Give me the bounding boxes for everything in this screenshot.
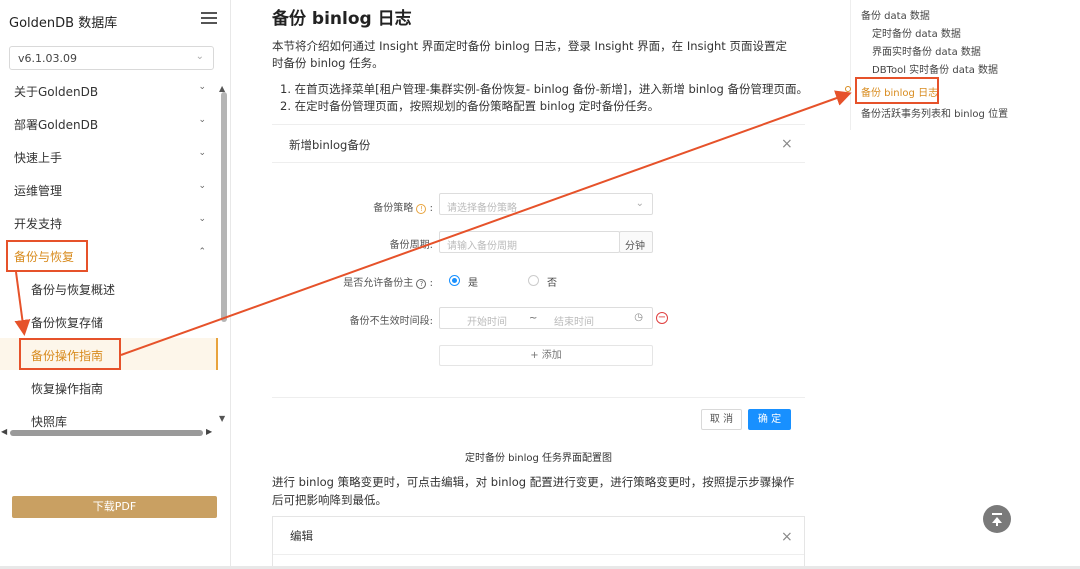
download-pdf-button[interactable]: 下载PDF: [12, 496, 217, 518]
sidebar: GoldenDB 数据库 v6.1.03.09 ⌄ 关于GoldenDB ⌄ 部…: [0, 0, 231, 569]
chevron-down-icon: ⌄: [198, 82, 206, 92]
sidebar-item-quickstart[interactable]: 快速上手 ⌄: [0, 140, 218, 172]
toc-item[interactable]: 备份活跃事务列表和 binlog 位置: [861, 105, 1008, 120]
chevron-down-icon: ⌄: [198, 181, 206, 191]
sidebar-item-label: 运维管理: [14, 184, 63, 198]
steps-list: 1. 在首页选择菜单[租户管理-集群实例-备份恢复- binlog 备份-新增]…: [280, 81, 808, 115]
version-value: v6.1.03.09: [18, 52, 77, 65]
toc-item[interactable]: 界面实时备份 data 数据: [872, 43, 981, 58]
add-time-range-button[interactable]: + 添加: [439, 345, 653, 366]
table-of-contents: 备份 data 数据 定时备份 data 数据 界面实时备份 data 数据 D…: [845, 0, 1080, 130]
step-item: 2. 在定时备份管理页面，按照规划的备份策略配置 binlog 定时备份任务。: [280, 99, 660, 113]
strategy-label: 备份策略 ! :: [373, 203, 433, 214]
sidebar-item-backup-guide[interactable]: 备份操作指南: [0, 338, 218, 370]
radio-yes[interactable]: [449, 275, 460, 286]
toc-item[interactable]: DBTool 实时备份 data 数据: [872, 61, 998, 76]
close-icon[interactable]: ×: [781, 529, 793, 545]
version-select[interactable]: v6.1.03.09 ⌄: [9, 46, 214, 70]
divider: [273, 554, 804, 555]
sidebar-vertical-scrollbar[interactable]: ▲ ▼: [219, 84, 229, 430]
chevron-down-icon: ⌄: [635, 198, 644, 209]
sidebar-item-snapshot[interactable]: 快照库: [0, 404, 218, 430]
intro-paragraph: 本节将介绍如何通过 Insight 界面定时备份 binlog 日志，登录 In…: [272, 39, 787, 70]
sidebar-item-label: 备份与恢复概述: [31, 283, 116, 297]
scrollbar-thumb[interactable]: [221, 92, 227, 322]
close-icon[interactable]: ×: [781, 136, 793, 152]
sidebar-item-label: 备份恢复存储: [31, 316, 104, 330]
info-icon: !: [416, 204, 427, 214]
step-item: 1. 在首页选择菜单[租户管理-集群实例-备份恢复- binlog 备份-新增]…: [280, 82, 808, 96]
radio-no-label: 否: [547, 278, 557, 289]
end-time-placeholder: 结束时间: [554, 317, 594, 328]
strategy-placeholder: 请选择备份策略: [447, 203, 517, 214]
sidebar-nav: 关于GoldenDB ⌄ 部署GoldenDB ⌄ 快速上手 ⌄ 运维管理 ⌄ …: [0, 74, 218, 430]
confirm-button[interactable]: 确 定: [748, 409, 791, 430]
toc-marker-icon: [845, 86, 851, 92]
sidebar-item-label: 关于GoldenDB: [14, 85, 99, 99]
clock-icon: ◷: [634, 312, 643, 323]
figure-caption: 定时备份 binlog 任务界面配置图: [464, 453, 613, 464]
range-separator: ~: [529, 313, 538, 324]
strategy-select[interactable]: 请选择备份策略 ⌄: [439, 193, 653, 215]
docs-page: GoldenDB 数据库 v6.1.03.09 ⌄ 关于GoldenDB ⌄ 部…: [0, 0, 1080, 569]
sidebar-title: GoldenDB 数据库: [9, 16, 118, 31]
sidebar-item-ops[interactable]: 运维管理 ⌄: [0, 173, 218, 205]
allow-master-label: 是否允许备份主 ? :: [343, 278, 433, 289]
page-title: 备份 binlog 日志: [272, 9, 412, 29]
new-binlog-backup-dialog: 新增binlog备份 × 备份策略 ! : 请选择备份策略 ⌄ 备份周期: 请输…: [272, 124, 805, 440]
sidebar-item-label: 部署GoldenDB: [14, 118, 99, 132]
sidebar-item-label: 快速上手: [14, 151, 63, 165]
scrollbar-thumb[interactable]: [10, 430, 203, 436]
sidebar-item-deploy[interactable]: 部署GoldenDB ⌄: [0, 107, 218, 139]
period-unit: 分钟: [619, 231, 653, 253]
sidebar-item-label: 恢复操作指南: [31, 382, 104, 396]
back-to-top-icon[interactable]: [983, 505, 1011, 533]
chevron-up-icon: ⌃: [198, 247, 206, 257]
scroll-down-arrow-icon[interactable]: ▼: [219, 414, 225, 423]
sidebar-item-backup-restore[interactable]: 备份与恢复 ⌃: [0, 239, 218, 271]
sidebar-item-backup-storage[interactable]: 备份恢复存储: [0, 305, 218, 337]
time-range-picker[interactable]: 开始时间 ~ 结束时间 ◷: [439, 307, 653, 329]
chevron-down-icon: ⌄: [198, 214, 206, 224]
toc-item[interactable]: 备份 data 数据: [861, 7, 930, 22]
chevron-down-icon: ⌄: [198, 148, 206, 158]
sidebar-item-label: 备份操作指南: [31, 349, 104, 363]
chevron-down-icon: ⌄: [195, 51, 204, 62]
period-label: 备份周期:: [389, 240, 433, 251]
sidebar-item-label: 开发支持: [14, 217, 63, 231]
sidebar-item-label: 备份与恢复: [14, 250, 75, 264]
divider: [272, 397, 805, 398]
chevron-down-icon: ⌄: [198, 115, 206, 125]
sidebar-item-restore-guide[interactable]: 恢复操作指南: [0, 371, 218, 403]
sidebar-header: GoldenDB 数据库: [0, 0, 231, 40]
radio-yes-label: 是: [468, 278, 478, 289]
sidebar-horizontal-scrollbar[interactable]: ◀ ▶: [0, 427, 215, 438]
toc-item[interactable]: 定时备份 data 数据: [872, 25, 961, 40]
sidebar-item-dev[interactable]: 开发支持 ⌄: [0, 206, 218, 238]
no-effect-period-label: 备份不生效时间段:: [349, 316, 433, 327]
question-icon: ?: [416, 279, 427, 289]
sidebar-item-backup-overview[interactable]: 备份与恢复概述: [0, 272, 218, 304]
sidebar-item-about[interactable]: 关于GoldenDB ⌄: [0, 74, 218, 106]
scroll-left-arrow-icon[interactable]: ◀: [1, 427, 7, 436]
toc-item-active[interactable]: 备份 binlog 日志: [861, 84, 938, 99]
dialog-title: 编辑: [290, 529, 313, 543]
divider: [272, 162, 805, 163]
policy-change-paragraph: 进行 binlog 策略变更时，可点击编辑，对 binlog 配置进行变更，进行…: [272, 475, 795, 507]
period-input[interactable]: 请输入备份周期: [439, 231, 620, 253]
edit-dialog: 编辑 ×: [272, 516, 805, 569]
cancel-button[interactable]: 取 消: [701, 409, 742, 430]
remove-circle-icon[interactable]: −: [656, 312, 668, 324]
start-time-placeholder: 开始时间: [467, 317, 507, 328]
hamburger-menu-icon[interactable]: [201, 12, 217, 26]
dialog-title: 新增binlog备份: [289, 138, 371, 152]
radio-no[interactable]: [528, 275, 539, 286]
scroll-right-arrow-icon[interactable]: ▶: [206, 427, 212, 436]
